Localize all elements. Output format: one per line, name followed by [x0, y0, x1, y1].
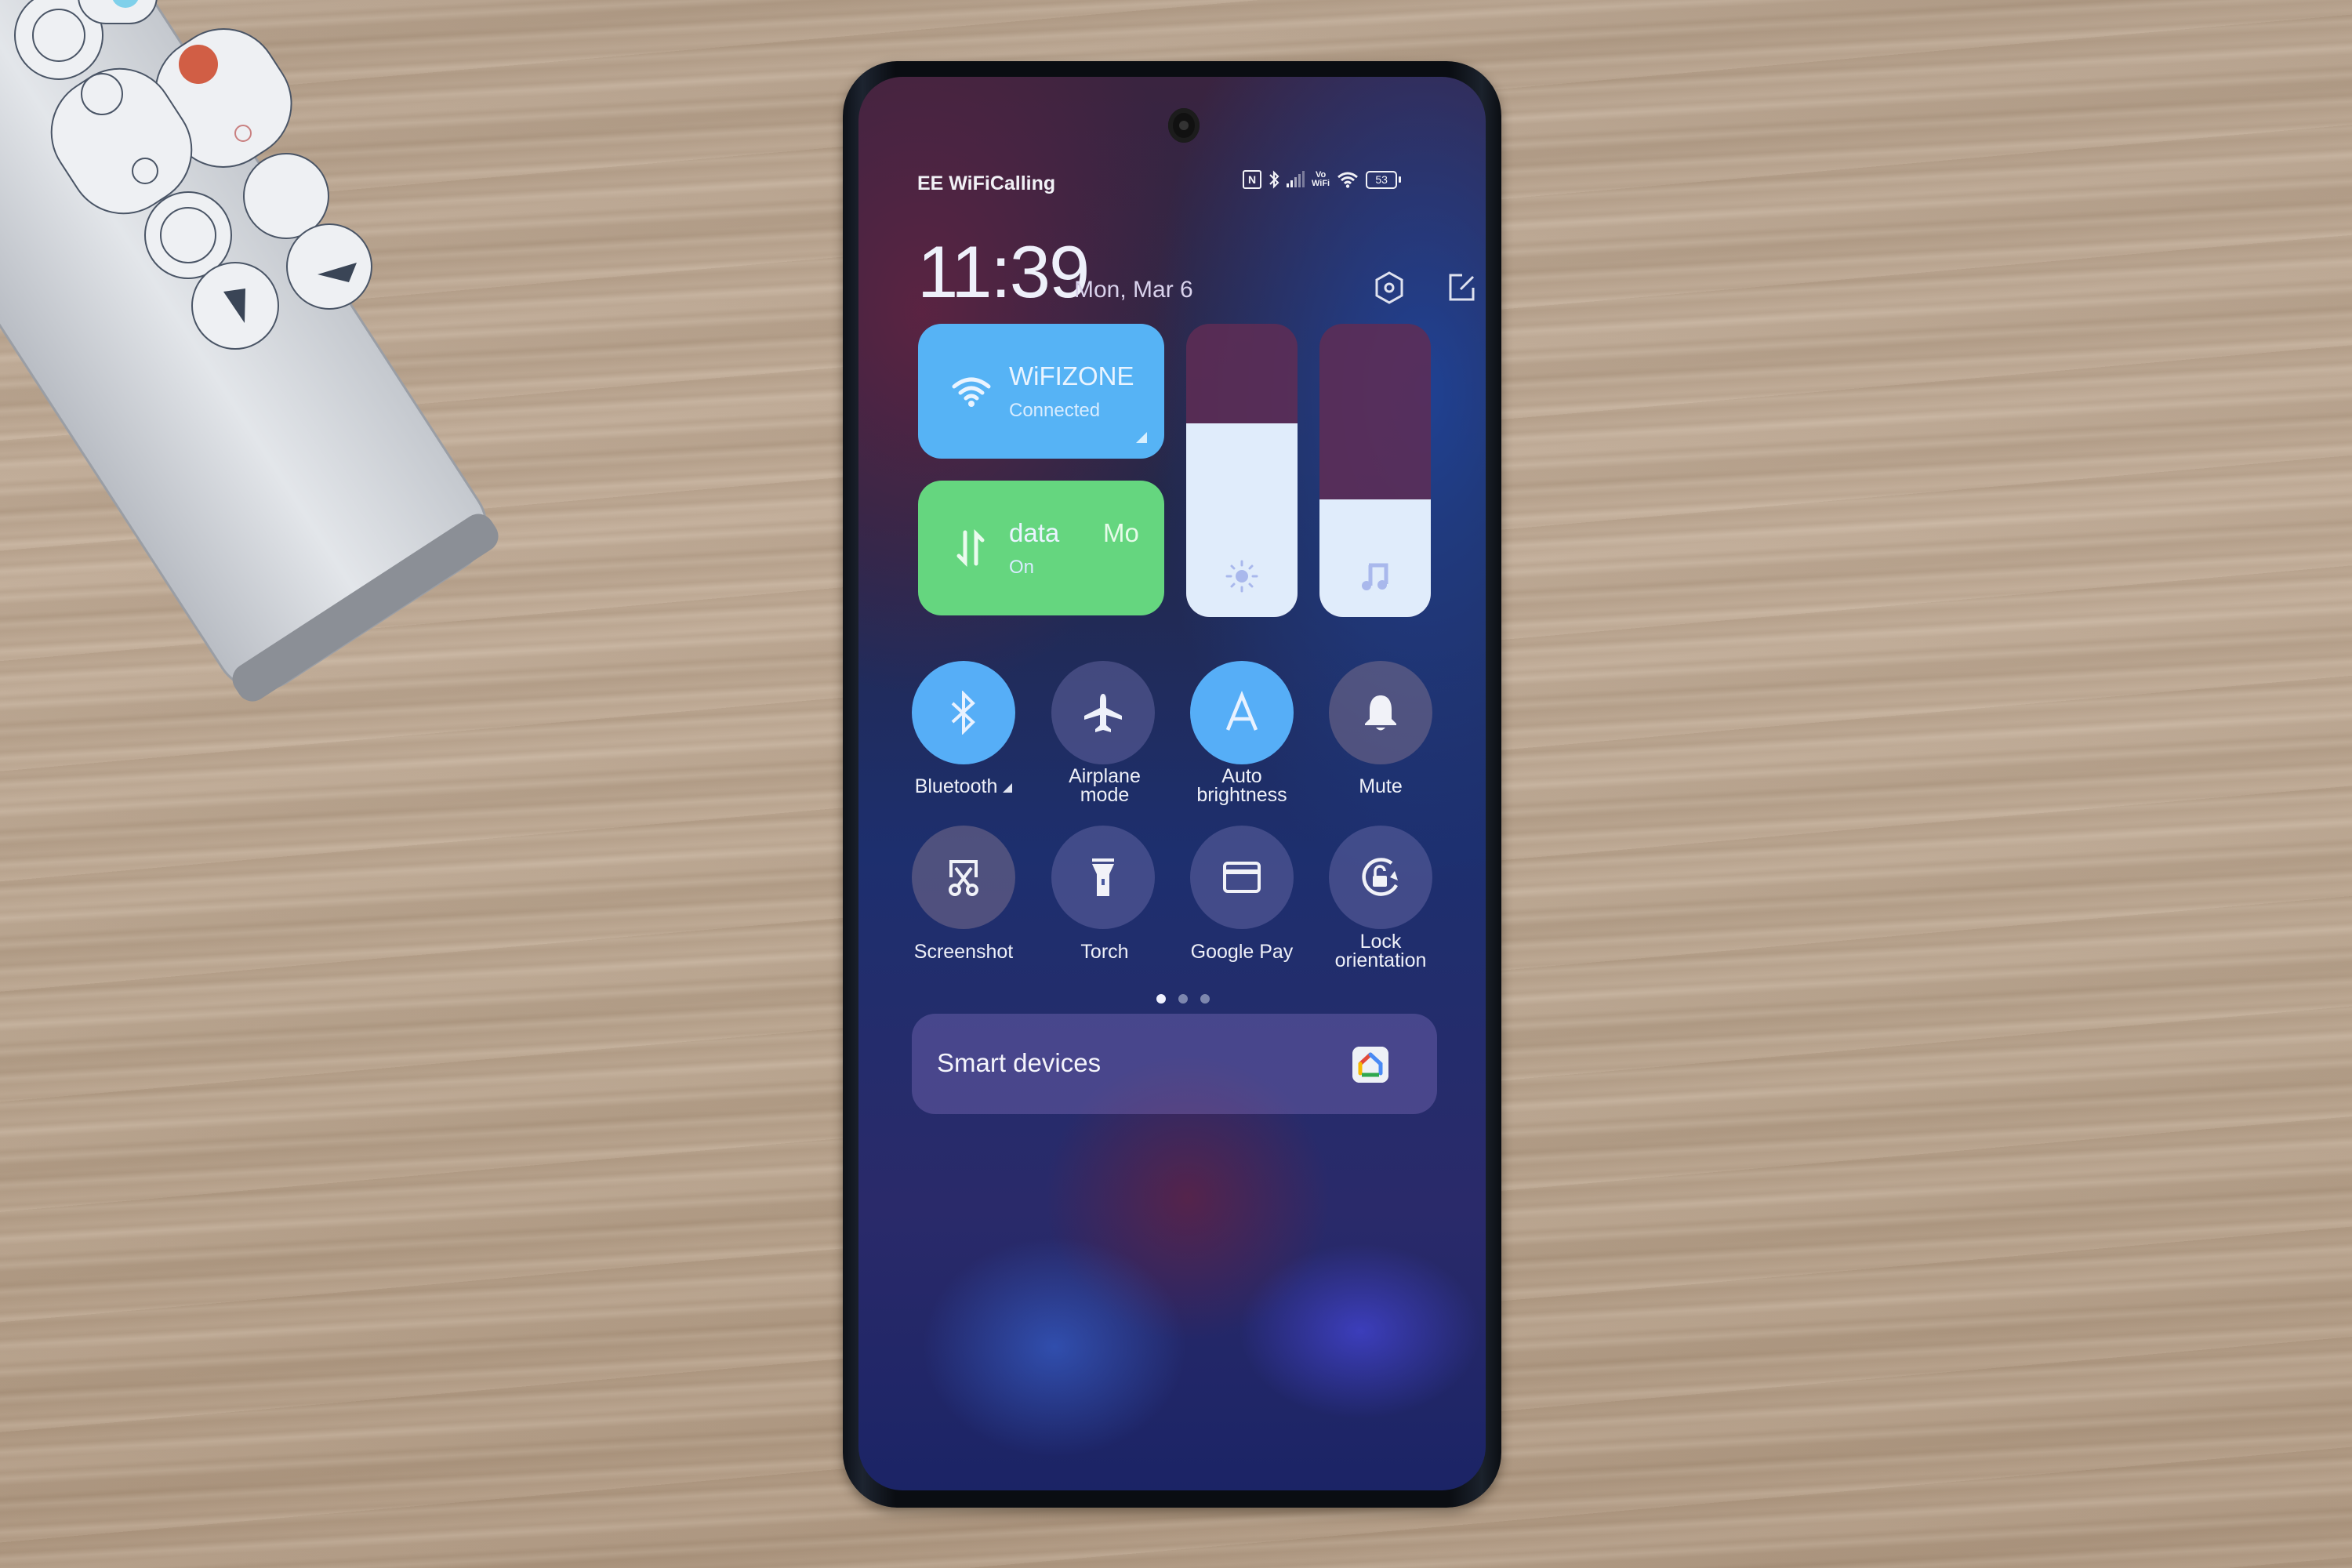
torch-toggle[interactable]: [1051, 826, 1155, 929]
edit-icon[interactable]: [1445, 270, 1479, 305]
phone: EE WiFiCalling N Vo WiFi 53 11:39 Mon, Ma…: [843, 61, 1501, 1508]
signal-icon: [1287, 171, 1305, 187]
bell-icon: [1365, 695, 1396, 731]
bluetooth-toggle[interactable]: [912, 661, 1015, 764]
card-icon: [1223, 862, 1261, 893]
mute-toggle[interactable]: [1329, 661, 1432, 764]
auto-brightness-toggle[interactable]: [1190, 661, 1294, 764]
mobile-data-name-scroll: Mo: [1103, 518, 1139, 547]
airplane-mode-toggle[interactable]: [1051, 661, 1155, 764]
wifi-status: Connected: [1009, 400, 1101, 421]
airplane-mode-label: Airplane mode: [1069, 765, 1141, 806]
wifi-network-name: WiFIZONE: [1009, 361, 1134, 390]
mute-label: Mute: [1359, 775, 1403, 797]
status-icons: N Vo WiFi 53: [1243, 170, 1402, 189]
airplane-icon: [1084, 694, 1122, 732]
lock-orientation-label: Lock orientation: [1334, 931, 1427, 971]
smart-devices-label: Smart devices: [937, 1048, 1102, 1077]
page-dot[interactable]: [1200, 994, 1210, 1004]
control-center: EE WiFiCalling N Vo WiFi 53 11:39 Mon, Ma…: [858, 77, 1486, 1490]
settings-hexagon-icon[interactable]: [1372, 270, 1406, 305]
wifi-icon: [952, 377, 991, 407]
front-camera: [1168, 108, 1200, 143]
wifi-tile[interactable]: WiFIZONE Connected: [918, 324, 1164, 459]
clock: 11:39: [917, 230, 1090, 313]
wifi-icon: [1338, 172, 1359, 188]
music-note-icon: [1362, 563, 1388, 590]
remote-control: [0, 0, 499, 702]
nfc-icon: N: [1243, 170, 1261, 189]
page-dot[interactable]: [1156, 994, 1166, 1004]
bluetooth-icon: [951, 691, 975, 735]
carrier-label: EE WiFiCalling: [917, 172, 1056, 194]
auto-brightness-label: Auto brightness: [1196, 765, 1287, 806]
date: Mon, Mar 6: [1074, 277, 1193, 303]
page-dot[interactable]: [1178, 994, 1188, 1004]
battery-icon: 53: [1366, 170, 1402, 189]
bluetooth-more-arrow-icon[interactable]: [1003, 783, 1013, 793]
screenshot-toggle[interactable]: [912, 826, 1015, 929]
mobile-data-name: data: [1009, 518, 1060, 547]
screenshot-scissors-icon: [949, 860, 978, 896]
torch-label: Torch: [1080, 941, 1129, 963]
mobile-data-status: On: [1009, 557, 1035, 578]
screenshot-label: Screenshot: [913, 941, 1014, 963]
google-pay-label: Google Pay: [1190, 941, 1294, 963]
smart-devices-card[interactable]: Smart devices: [912, 1014, 1437, 1114]
page-indicator: [1156, 994, 1210, 1004]
vowifi-icon: Vo WiFi: [1312, 170, 1330, 188]
bluetooth-label: Bluetooth: [893, 777, 1034, 797]
rotation-lock-icon: [1362, 858, 1398, 896]
torch-icon: [1092, 858, 1114, 896]
google-pay-toggle[interactable]: [1190, 826, 1294, 929]
bluetooth-icon: [1269, 170, 1279, 189]
data-arrows-icon: [956, 528, 985, 568]
mobile-data-tile[interactable]: data Mo On: [918, 481, 1164, 615]
brightness-slider[interactable]: [1186, 324, 1298, 617]
auto-brightness-icon: [1225, 691, 1258, 731]
sun-icon: [1225, 560, 1258, 593]
google-home-icon[interactable]: [1352, 1047, 1388, 1083]
volume-slider[interactable]: [1319, 324, 1431, 617]
expand-corner-icon[interactable]: [1136, 432, 1147, 443]
lock-orientation-toggle[interactable]: [1329, 826, 1432, 929]
